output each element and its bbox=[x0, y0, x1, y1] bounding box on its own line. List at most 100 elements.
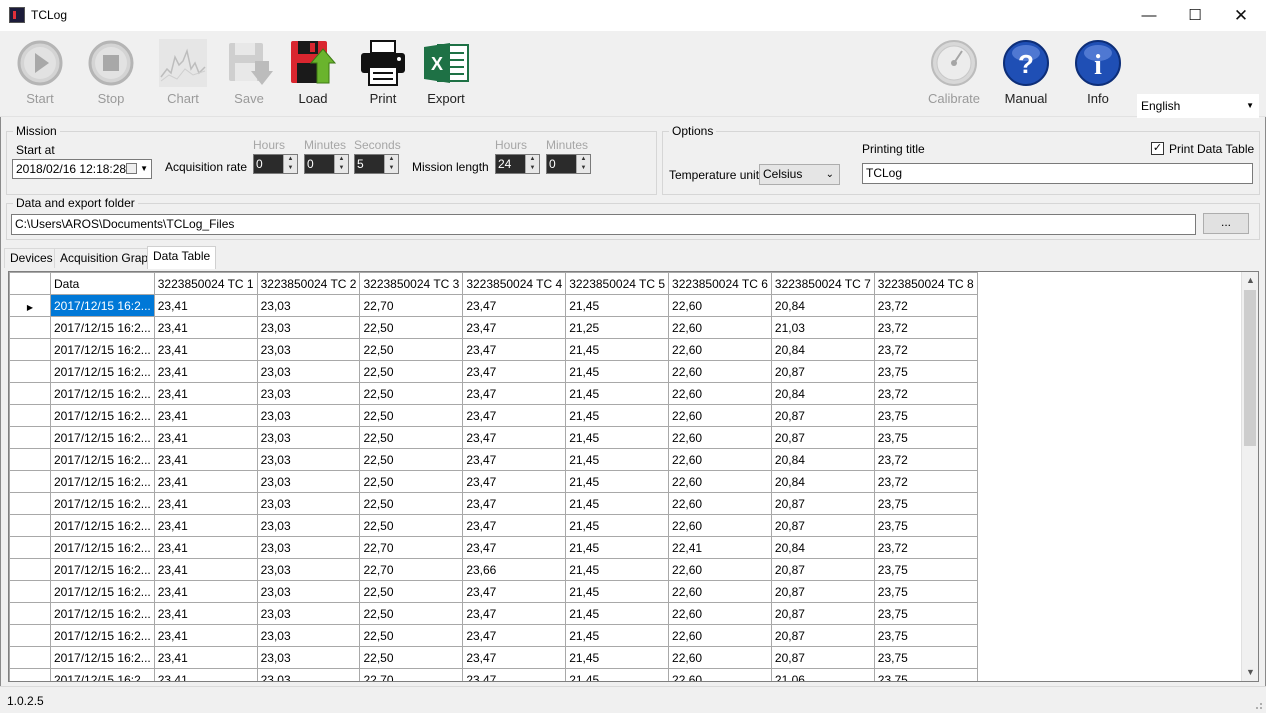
row-header-cell[interactable]: ▶ bbox=[9, 294, 51, 317]
corner-header-cell[interactable] bbox=[9, 272, 51, 295]
timestamp-cell[interactable]: 2017/12/15 16:2... bbox=[50, 448, 155, 471]
temperature-cell[interactable]: 22,60 bbox=[668, 470, 772, 493]
row-header-cell[interactable] bbox=[9, 338, 51, 361]
temperature-cell[interactable]: 22,50 bbox=[359, 316, 464, 339]
temperature-cell[interactable]: 21,45 bbox=[565, 580, 670, 603]
temperature-cell[interactable]: 23,47 bbox=[462, 646, 567, 669]
timestamp-cell[interactable]: 2017/12/15 16:2... bbox=[50, 338, 155, 361]
temperature-cell[interactable]: 22,50 bbox=[359, 602, 464, 625]
temperature-cell[interactable]: 22,60 bbox=[668, 404, 772, 427]
language-select[interactable]: English ▼ bbox=[1137, 94, 1259, 118]
timestamp-cell[interactable]: 2017/12/15 16:2... bbox=[50, 404, 155, 427]
temperature-cell[interactable]: 23,41 bbox=[153, 426, 258, 449]
row-header-cell[interactable] bbox=[9, 382, 51, 405]
row-header-cell[interactable] bbox=[9, 404, 51, 427]
close-button[interactable]: ✕ bbox=[1218, 0, 1264, 31]
temperature-cell[interactable]: 22,50 bbox=[359, 426, 464, 449]
temperature-cell[interactable]: 23,41 bbox=[153, 602, 258, 625]
table-row[interactable]: 2017/12/15 16:2... 23,41 23,03 22,50 23,47 21… bbox=[9, 382, 978, 405]
temperature-cell[interactable]: 21,03 bbox=[770, 316, 875, 339]
table-row[interactable]: 2017/12/15 16:2... 23,41 23,03 22,70 23,47 21… bbox=[9, 536, 978, 559]
temperature-cell[interactable]: 23,47 bbox=[462, 382, 567, 405]
temperature-cell[interactable]: 20,84 bbox=[770, 448, 875, 471]
row-header-cell[interactable] bbox=[9, 668, 51, 681]
temperature-cell[interactable]: 22,60 bbox=[668, 602, 772, 625]
temperature-cell[interactable]: 23,03 bbox=[256, 404, 361, 427]
temperature-cell[interactable]: 21,45 bbox=[565, 448, 670, 471]
temperature-cell[interactable]: 22,50 bbox=[359, 404, 464, 427]
temperature-cell[interactable]: 23,41 bbox=[153, 294, 258, 317]
temperature-cell[interactable]: 23,75 bbox=[873, 514, 978, 537]
column-header-tc1[interactable]: 3223850024 TC 1 bbox=[153, 272, 258, 295]
timestamp-cell[interactable]: 2017/12/15 16:2... bbox=[50, 426, 155, 449]
row-header-cell[interactable] bbox=[9, 558, 51, 581]
start-at-datepicker[interactable]: 2018/02/16 12:18:28 ▼ bbox=[12, 159, 152, 179]
temperature-cell[interactable]: 23,41 bbox=[153, 470, 258, 493]
temperature-cell[interactable]: 23,03 bbox=[256, 536, 361, 559]
temperature-cell[interactable]: 20,84 bbox=[770, 338, 875, 361]
temperature-cell[interactable]: 23,75 bbox=[873, 558, 978, 581]
temperature-cell[interactable]: 23,75 bbox=[873, 580, 978, 603]
column-header-tc2[interactable]: 3223850024 TC 2 bbox=[256, 272, 361, 295]
maximize-button[interactable]: ☐ bbox=[1172, 0, 1218, 31]
save-button[interactable]: Save bbox=[219, 39, 279, 111]
temperature-cell[interactable]: 22,50 bbox=[359, 470, 464, 493]
temperature-cell[interactable]: 20,84 bbox=[770, 470, 875, 493]
row-header-cell[interactable] bbox=[9, 602, 51, 625]
temperature-cell[interactable]: 23,03 bbox=[256, 338, 361, 361]
temperature-cell[interactable]: 21,45 bbox=[565, 404, 670, 427]
spinner-arrows-icon[interactable]: ▲ ▼ bbox=[283, 155, 297, 173]
temperature-cell[interactable]: 23,41 bbox=[153, 360, 258, 383]
temperature-cell[interactable]: 23,47 bbox=[462, 668, 567, 681]
temperature-cell[interactable]: 23,41 bbox=[153, 536, 258, 559]
timestamp-cell[interactable]: 2017/12/15 16:2... bbox=[50, 536, 155, 559]
table-row[interactable]: 2017/12/15 16:2... 23,41 23,03 22,50 23,47 21… bbox=[9, 602, 978, 625]
temperature-cell[interactable]: 23,41 bbox=[153, 580, 258, 603]
spinner-arrows-icon[interactable]: ▲ ▼ bbox=[525, 155, 539, 173]
resize-grip-icon[interactable] bbox=[1253, 700, 1263, 710]
info-button[interactable]: i Info bbox=[1068, 39, 1128, 111]
temperature-cell[interactable]: 23,41 bbox=[153, 448, 258, 471]
temperature-cell[interactable]: 23,03 bbox=[256, 558, 361, 581]
temperature-cell[interactable]: 22,60 bbox=[668, 338, 772, 361]
temperature-cell[interactable]: 23,03 bbox=[256, 646, 361, 669]
table-row[interactable]: 2017/12/15 16:2... 23,41 23,03 22,50 23,47 21… bbox=[9, 492, 978, 515]
temperature-cell[interactable]: 22,60 bbox=[668, 382, 772, 405]
temperature-cell[interactable]: 22,60 bbox=[668, 294, 772, 317]
column-header-tc3[interactable]: 3223850024 TC 3 bbox=[359, 272, 464, 295]
column-header-tc6[interactable]: 3223850024 TC 6 bbox=[668, 272, 772, 295]
len-minutes-spinner[interactable]: 0 ▲ ▼ bbox=[546, 154, 591, 174]
temperature-cell[interactable]: 20,87 bbox=[770, 624, 875, 647]
temperature-cell[interactable]: 22,50 bbox=[359, 448, 464, 471]
timestamp-cell[interactable]: 2017/12/15 16:2... bbox=[50, 558, 155, 581]
temperature-cell[interactable]: 20,87 bbox=[770, 602, 875, 625]
temperature-cell[interactable]: 22,50 bbox=[359, 492, 464, 515]
timestamp-cell[interactable]: 2017/12/15 16:2... bbox=[50, 316, 155, 339]
table-row[interactable]: 2017/12/15 16:2... 23,41 23,03 22,70 23,47 21… bbox=[9, 668, 978, 681]
temperature-cell[interactable]: 23,47 bbox=[462, 294, 567, 317]
temperature-cell[interactable]: 23,72 bbox=[873, 448, 978, 471]
temperature-cell[interactable]: 21,06 bbox=[770, 668, 875, 681]
temperature-cell[interactable]: 21,45 bbox=[565, 382, 670, 405]
load-button[interactable]: Load bbox=[283, 39, 343, 111]
print-data-table-checkbox[interactable]: ✓ bbox=[1151, 142, 1164, 155]
temperature-cell[interactable]: 22,70 bbox=[359, 294, 464, 317]
temperature-cell[interactable]: 23,03 bbox=[256, 668, 361, 681]
temperature-cell[interactable]: 23,03 bbox=[256, 294, 361, 317]
temperature-cell[interactable]: 20,87 bbox=[770, 514, 875, 537]
table-row[interactable]: 2017/12/15 16:2... 23,41 23,03 22,50 23,47 21… bbox=[9, 646, 978, 669]
temperature-cell[interactable]: 23,41 bbox=[153, 514, 258, 537]
table-row[interactable]: 2017/12/15 16:2... 23,41 23,03 22,50 23,47 21… bbox=[9, 338, 978, 361]
spinner-arrows-icon[interactable]: ▲ ▼ bbox=[384, 155, 398, 173]
row-header-cell[interactable] bbox=[9, 646, 51, 669]
temperature-cell[interactable]: 23,47 bbox=[462, 470, 567, 493]
table-row[interactable]: 2017/12/15 16:2... 23,41 23,03 22,50 23,47 21… bbox=[9, 404, 978, 427]
temperature-cell[interactable]: 22,70 bbox=[359, 668, 464, 681]
scroll-thumb[interactable] bbox=[1244, 290, 1256, 446]
table-row[interactable]: 2017/12/15 16:2... 23,41 23,03 22,50 23,47 21… bbox=[9, 448, 978, 471]
temperature-cell[interactable]: 20,87 bbox=[770, 492, 875, 515]
temperature-cell[interactable]: 23,03 bbox=[256, 448, 361, 471]
table-row[interactable]: 2017/12/15 16:2... 23,41 23,03 22,50 23,47 21… bbox=[9, 360, 978, 383]
table-row[interactable]: 2017/12/15 16:2... 23,41 23,03 22,50 23,47 21… bbox=[9, 470, 978, 493]
temperature-cell[interactable]: 21,45 bbox=[565, 470, 670, 493]
